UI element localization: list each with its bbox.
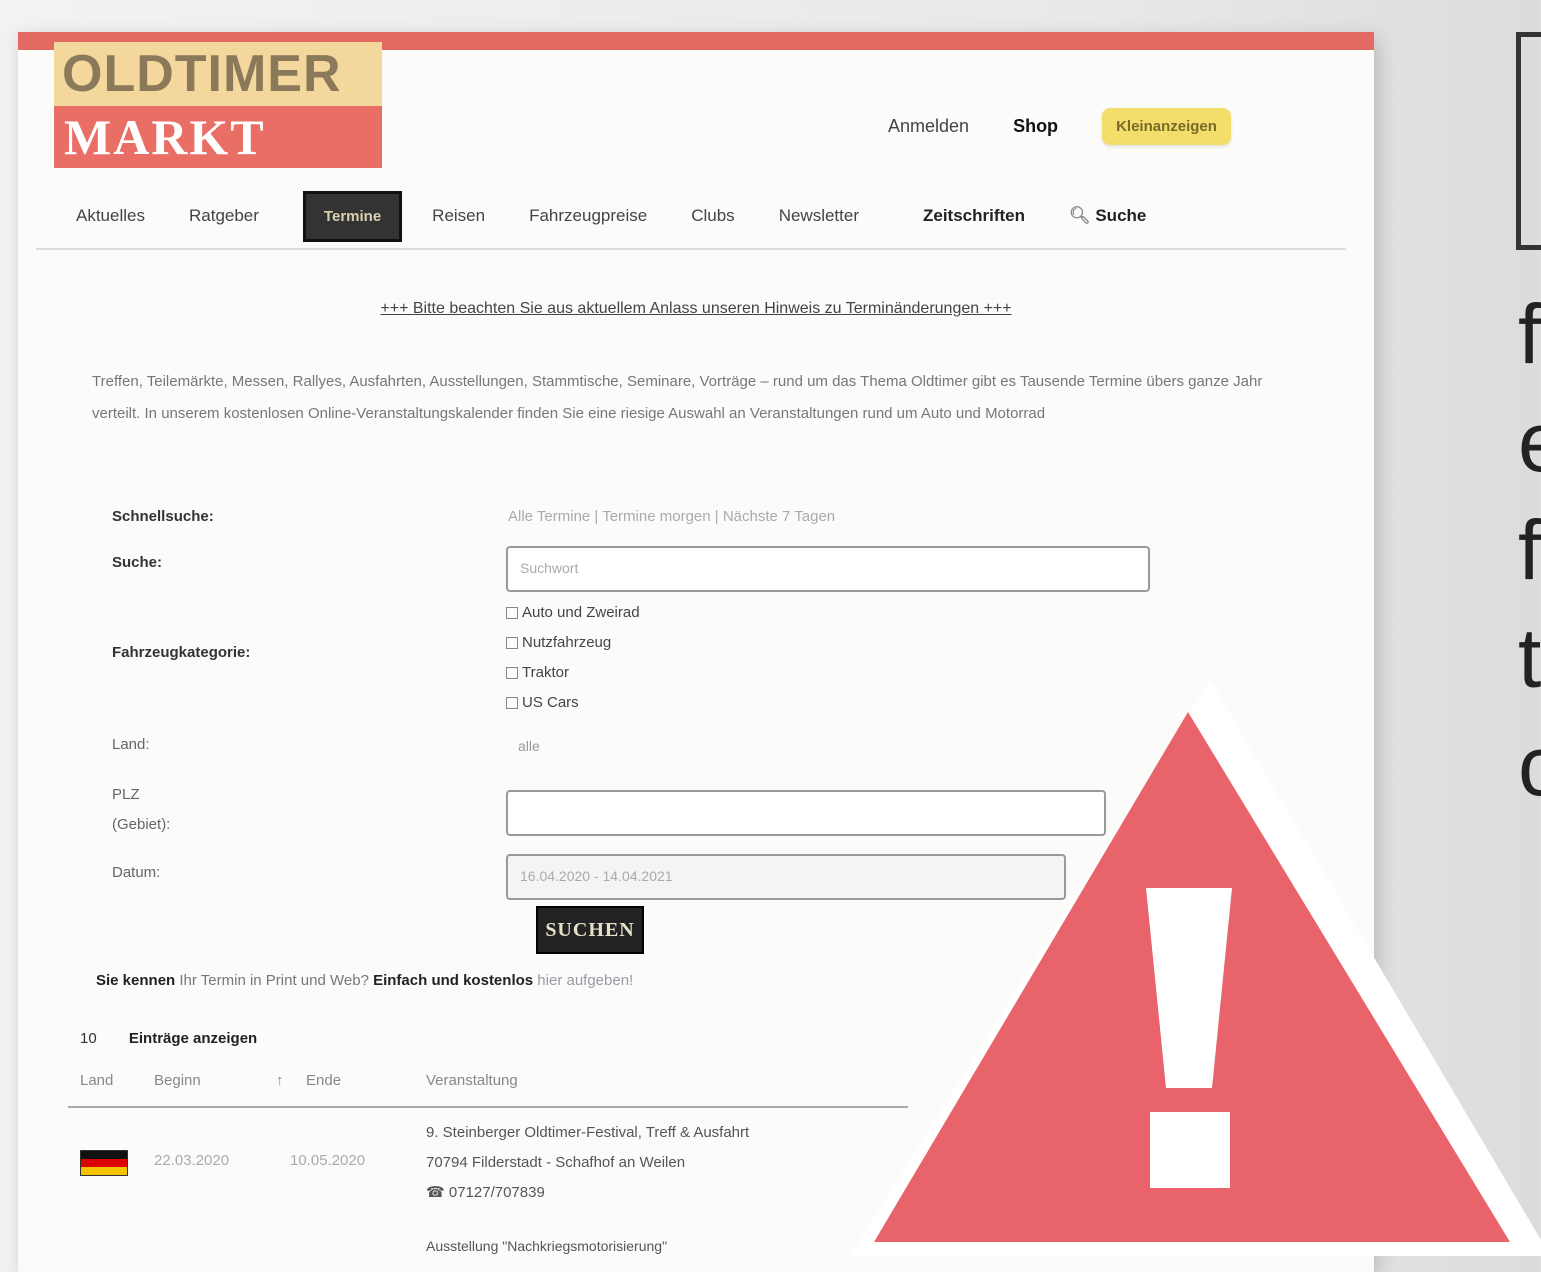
germany-flag-icon <box>80 1150 128 1176</box>
search-input[interactable]: Suchwort <box>506 546 1150 592</box>
kleinanzeigen-button[interactable]: Kleinanzeigen <box>1102 108 1231 145</box>
right-letter: f <box>1518 287 1541 381</box>
col-veranstaltung[interactable]: Veranstaltung <box>426 1072 518 1089</box>
event-place: 70794 Filderstadt - Schafhof an Weilen <box>426 1154 686 1171</box>
promo-bold-2: Einfach und kostenlos <box>373 972 534 989</box>
nav-divider <box>36 248 1346 250</box>
checkbox-us-cars[interactable]: US Cars <box>506 688 640 718</box>
anmelden-link[interactable]: Anmelden <box>888 116 969 137</box>
nav-item-reisen[interactable]: Reisen <box>432 206 485 226</box>
datum-input[interactable]: 16.04.2020 - 14.04.2021 <box>506 854 1066 900</box>
plz-input[interactable] <box>506 790 1106 836</box>
nav-item-zeitschriften[interactable]: Zeitschriften <box>923 206 1025 226</box>
nav-item-ratgeber[interactable]: Ratgeber <box>189 206 259 226</box>
cell-veranstaltung: 9. Steinberger Oldtimer-Festival, Treff … <box>426 1118 906 1208</box>
event-phone-number: 07127/707839 <box>448 1184 545 1201</box>
nav-item-aktuelles[interactable]: Aktuelles <box>76 206 145 226</box>
plz-label: PLZ <box>112 786 140 803</box>
event-phone: ☎ 07127/707839 <box>426 1178 906 1208</box>
top-links: Anmelden Shop Kleinanzeigen <box>888 108 1231 145</box>
nav-item-fahrzeugpreise[interactable]: Fahrzeugpreise <box>529 206 647 226</box>
entries-label: Einträge anzeigen <box>128 1030 258 1047</box>
kategorie-label: Fahrzeugkategorie: <box>112 644 251 661</box>
promo-text: Ihr Termin in Print und Web? <box>179 972 369 989</box>
logo-line-1: OLDTIMER <box>54 42 382 106</box>
cell-ende: 10.05.2020 <box>290 1152 366 1169</box>
entries-per-page[interactable]: 10 Einträge anzeigen <box>80 1030 257 1047</box>
next-event-title[interactable]: Ausstellung "Nachkriegsmotorisierung" <box>426 1238 667 1254</box>
checkbox-icon <box>506 637 518 650</box>
nav-item-newsletter[interactable]: Newsletter <box>779 206 859 226</box>
shop-link[interactable]: Shop <box>1013 116 1058 137</box>
land-select[interactable]: alle <box>518 738 540 754</box>
main-nav: Aktuelles Ratgeber Termine Reisen Fahrze… <box>76 188 1336 244</box>
checkbox-label: US Cars <box>522 694 579 711</box>
search-icon: 🔍︎ <box>1069 206 1096 225</box>
checkbox-icon <box>506 667 518 680</box>
entries-count[interactable]: 10 <box>80 1030 97 1047</box>
promo-bold: Sie kennen <box>96 972 176 989</box>
phone-icon: ☎ <box>426 1184 449 1201</box>
checkbox-label: Nutzfahrzeug <box>522 634 612 651</box>
intro-text: Treffen, Teilemärkte, Messen, Rallyes, A… <box>92 373 1263 422</box>
right-letter: c <box>1518 719 1541 813</box>
logo-line-2: MARKT <box>54 106 382 168</box>
plz-label-2: (Gebiet): <box>112 816 171 833</box>
land-label: Land: <box>112 736 150 753</box>
right-letter: f <box>1518 503 1541 597</box>
suchen-button[interactable]: SUCHEN <box>536 906 644 954</box>
right-edge-text: f e f t c <box>1518 280 1541 820</box>
checkbox-label: Auto und Zweirad <box>522 604 640 621</box>
checkbox-icon <box>506 697 518 710</box>
nav-item-suche[interactable]: 🔍︎ Suche <box>1069 206 1146 226</box>
event-title[interactable]: 9. Steinberger Oldtimer-Festival, Treff … <box>426 1118 906 1148</box>
notice-link[interactable]: +++ Bitte beachten Sie aus aktuellem Anl… <box>18 300 1374 318</box>
right-edge-box <box>1516 32 1541 250</box>
checkbox-label: Traktor <box>522 664 569 681</box>
checkbox-icon <box>506 607 518 620</box>
schnellsuche-links[interactable]: Alle Termine | Termine morgen | Nächste … <box>508 508 835 525</box>
promo-line: Sie kennen Ihr Termin in Print und Web? … <box>96 972 633 989</box>
nav-item-clubs[interactable]: Clubs <box>691 206 734 226</box>
right-letter: e <box>1518 388 1541 496</box>
logo[interactable]: OLDTIMER MARKT <box>54 42 382 168</box>
sort-icon[interactable]: ↑ <box>276 1072 284 1089</box>
kategorie-checkboxes: Auto und Zweirad Nutzfahrzeug Traktor US… <box>506 598 640 718</box>
webpage-screenshot: OLDTIMER MARKT Anmelden Shop Kleinanzeig… <box>18 32 1374 1272</box>
nav-suche-label: Suche <box>1095 206 1147 225</box>
col-beginn[interactable]: Beginn <box>154 1072 201 1089</box>
cell-beginn: 22.03.2020 <box>154 1152 230 1169</box>
checkbox-auto-zweirad[interactable]: Auto und Zweirad <box>506 598 640 628</box>
schnellsuche-label: Schnellsuche: <box>112 508 214 525</box>
checkbox-traktor[interactable]: Traktor <box>506 658 640 688</box>
checkbox-nutzfahrzeug[interactable]: Nutzfahrzeug <box>506 628 640 658</box>
col-land[interactable]: Land <box>80 1072 113 1089</box>
nav-item-termine[interactable]: Termine <box>302 190 403 242</box>
datum-label: Datum: <box>112 864 161 881</box>
col-ende[interactable]: Ende <box>306 1072 341 1089</box>
right-letter: t <box>1518 611 1541 705</box>
suche-label: Suche: <box>112 554 163 571</box>
table-header-divider <box>68 1106 908 1108</box>
promo-link[interactable]: hier aufgeben! <box>537 972 633 989</box>
